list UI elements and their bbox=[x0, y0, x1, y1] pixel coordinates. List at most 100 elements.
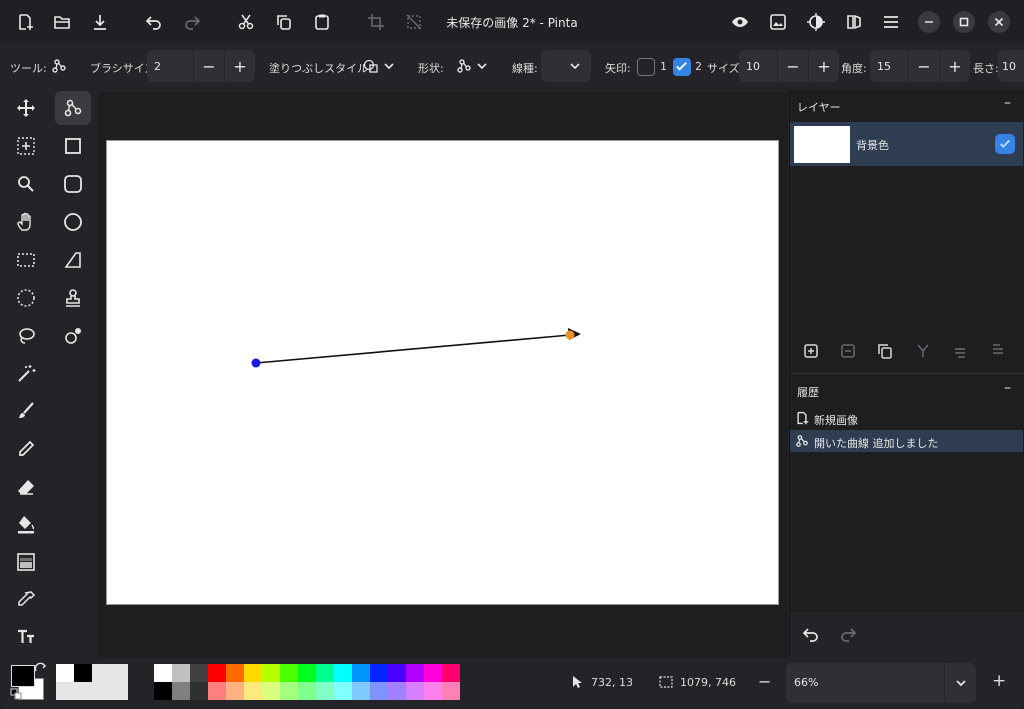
palette-swatch[interactable] bbox=[154, 682, 172, 700]
move-selected-tool[interactable] bbox=[8, 91, 44, 125]
zoom-in-button[interactable]: + bbox=[992, 671, 1006, 691]
view-button[interactable] bbox=[726, 8, 754, 36]
primary-color[interactable] bbox=[11, 665, 35, 687]
curve-end-handle[interactable] bbox=[565, 330, 575, 340]
layers-collapse-button[interactable]: – bbox=[1004, 95, 1011, 111]
recent-color-swatch[interactable] bbox=[74, 682, 92, 700]
palette-swatch[interactable] bbox=[370, 664, 388, 682]
swap-colors-icon[interactable] bbox=[33, 662, 47, 676]
freeform-shape-tool[interactable] bbox=[55, 243, 91, 277]
shape-type-dropdown[interactable] bbox=[452, 50, 492, 82]
arrow-length-spinner[interactable]: 10 bbox=[998, 50, 1024, 82]
palette-swatch[interactable] bbox=[406, 664, 424, 682]
effects-button[interactable] bbox=[840, 8, 868, 36]
line-curve-tool[interactable] bbox=[55, 91, 91, 125]
dash-pattern-dropdown[interactable] bbox=[541, 50, 591, 82]
palette-swatch[interactable] bbox=[352, 664, 370, 682]
palette-swatch[interactable] bbox=[424, 682, 442, 700]
drawing-layer[interactable] bbox=[107, 141, 780, 606]
current-tool-indicator[interactable] bbox=[46, 50, 72, 82]
duplicate-layer-button[interactable] bbox=[874, 340, 896, 362]
layer-visibility-checkbox[interactable] bbox=[995, 134, 1015, 154]
brush-size-spinner[interactable]: 2 − + bbox=[147, 50, 255, 82]
arrow-angle-spinner[interactable]: 15 − + bbox=[870, 50, 970, 82]
recolor-tool[interactable] bbox=[55, 319, 91, 353]
palette-swatch[interactable] bbox=[280, 664, 298, 682]
adjustments-button[interactable] bbox=[802, 8, 830, 36]
move-selection-tool[interactable] bbox=[8, 129, 44, 163]
recent-color-swatch[interactable] bbox=[74, 664, 92, 682]
arrow-angle-increase[interactable]: + bbox=[939, 50, 970, 82]
palette-swatch[interactable] bbox=[352, 682, 370, 700]
palette-swatch[interactable] bbox=[172, 664, 190, 682]
zoom-out-button[interactable]: − bbox=[758, 672, 771, 691]
history-item-new-image[interactable]: 新規画像 bbox=[790, 407, 1023, 429]
main-menu-button[interactable] bbox=[877, 8, 905, 36]
palette-swatch[interactable] bbox=[154, 664, 172, 682]
arrow-length-value[interactable]: 10 bbox=[1002, 60, 1016, 73]
palette-swatch[interactable] bbox=[388, 664, 406, 682]
palette-swatch[interactable] bbox=[208, 664, 226, 682]
fill-style-dropdown[interactable] bbox=[360, 50, 398, 82]
recent-color-swatch[interactable] bbox=[56, 664, 74, 682]
move-layer-down-button[interactable] bbox=[987, 340, 1009, 362]
palette-swatch[interactable] bbox=[262, 664, 280, 682]
gradient-tool[interactable] bbox=[8, 545, 44, 579]
close-button[interactable] bbox=[988, 11, 1010, 33]
brush-size-decrease[interactable]: − bbox=[193, 50, 224, 82]
ellipse-select-tool[interactable] bbox=[8, 281, 44, 315]
paintbrush-tool[interactable] bbox=[8, 394, 44, 428]
minimize-button[interactable] bbox=[918, 11, 940, 33]
palette-swatch[interactable] bbox=[442, 664, 460, 682]
arrow-size-value[interactable]: 10 bbox=[746, 60, 760, 73]
recent-color-swatch[interactable] bbox=[92, 664, 110, 682]
zoom-tool[interactable] bbox=[8, 167, 44, 201]
lasso-select-tool[interactable] bbox=[8, 319, 44, 353]
history-item-open-curve[interactable]: 開いた曲線 追加しました bbox=[790, 430, 1023, 452]
curve-line[interactable] bbox=[255, 334, 571, 364]
palette-swatch[interactable] bbox=[190, 682, 208, 700]
zoom-input[interactable]: 66% bbox=[786, 663, 944, 703]
curve-start-handle[interactable] bbox=[251, 358, 261, 368]
brush-size-increase[interactable]: + bbox=[224, 50, 255, 82]
palette-swatch[interactable] bbox=[370, 682, 388, 700]
rectangle-tool[interactable] bbox=[55, 129, 91, 163]
pencil-tool[interactable] bbox=[8, 432, 44, 466]
palette-swatch[interactable] bbox=[298, 664, 316, 682]
history-collapse-button[interactable]: – bbox=[1004, 380, 1011, 396]
palette-swatch[interactable] bbox=[172, 682, 190, 700]
palette-swatch[interactable] bbox=[298, 682, 316, 700]
clone-stamp-tool[interactable] bbox=[55, 281, 91, 315]
palette-swatch[interactable] bbox=[190, 664, 208, 682]
dash-pattern-chevron[interactable] bbox=[559, 50, 590, 82]
recent-color-swatch[interactable] bbox=[110, 682, 128, 700]
image-menu-button[interactable] bbox=[764, 8, 792, 36]
arrow-size-spinner[interactable]: 10 − + bbox=[739, 50, 839, 82]
palette-swatch[interactable] bbox=[244, 682, 262, 700]
palette-swatch[interactable] bbox=[316, 664, 334, 682]
pan-tool[interactable] bbox=[8, 205, 44, 239]
history-undo-button[interactable] bbox=[799, 622, 823, 646]
palette-swatch[interactable] bbox=[244, 664, 262, 682]
palette-swatch[interactable] bbox=[226, 682, 244, 700]
add-layer-button[interactable] bbox=[800, 340, 822, 362]
palette-swatch[interactable] bbox=[388, 682, 406, 700]
magic-wand-tool[interactable] bbox=[8, 357, 44, 391]
rectangle-select-tool[interactable] bbox=[8, 243, 44, 277]
recent-color-swatch[interactable] bbox=[110, 664, 128, 682]
palette-swatch[interactable] bbox=[316, 682, 334, 700]
layer-item[interactable]: 背景色 bbox=[790, 122, 1023, 166]
zoom-dropdown-button[interactable] bbox=[944, 663, 976, 703]
palette-swatch[interactable] bbox=[442, 682, 460, 700]
rounded-rectangle-tool[interactable] bbox=[55, 167, 91, 201]
image-canvas[interactable] bbox=[106, 140, 779, 605]
reset-colors-icon[interactable] bbox=[10, 688, 22, 700]
zoom-value[interactable]: 66% bbox=[794, 676, 818, 689]
merge-layer-down-button[interactable] bbox=[912, 340, 934, 362]
palette-swatch[interactable] bbox=[280, 682, 298, 700]
palette-swatch[interactable] bbox=[424, 664, 442, 682]
arrow2-checkbox[interactable] bbox=[673, 58, 691, 76]
delete-layer-button[interactable] bbox=[837, 340, 859, 362]
arrow-size-decrease[interactable]: − bbox=[777, 50, 808, 82]
move-layer-up-button[interactable] bbox=[949, 340, 971, 362]
